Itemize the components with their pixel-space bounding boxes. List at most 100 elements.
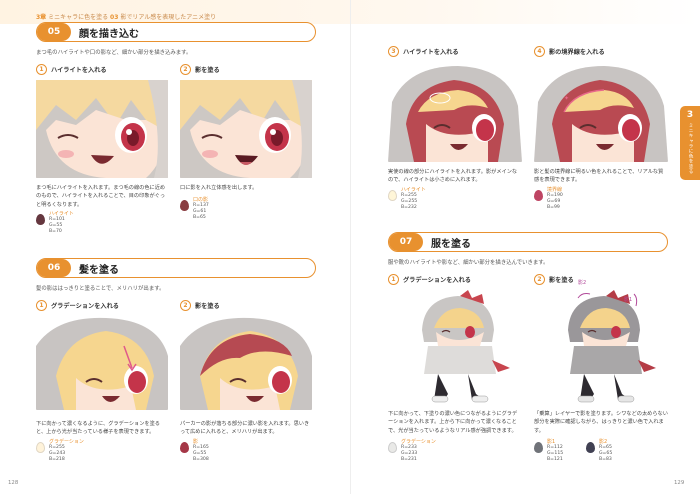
section-number: 03	[110, 14, 119, 21]
swatch-b: B=83	[599, 457, 612, 462]
illustration-07-1	[388, 290, 522, 404]
step-label: ハイライトを入れる	[51, 67, 107, 74]
step-number: 4	[534, 46, 545, 57]
swatch-b: B=231	[401, 457, 417, 462]
step-05-2-description: 口に影を入れ立体感を出します。	[180, 185, 258, 191]
step-06-2-description: パーカーの影が落ちる部分に濃い影を入れます。思いきって広めに入れると、メリハリが…	[180, 421, 310, 436]
swatch-b: B=232	[401, 205, 417, 210]
step-number: 2	[180, 64, 191, 75]
page-gutter	[350, 0, 351, 494]
section-07-number: 07	[389, 233, 423, 251]
color-swatch	[388, 442, 397, 453]
step-07-2-description: 「乗算」レイヤーで影を塗ります。シワなどの太めらない部分を実際に確認しながら、は…	[534, 411, 668, 434]
color-swatch	[586, 442, 595, 453]
step-label: グラデーションを入れる	[51, 303, 119, 310]
color-swatch	[534, 442, 543, 453]
page-number-right: 129	[674, 480, 685, 486]
step-06-2-heading: 2 影を塗る	[180, 300, 220, 311]
color-swatch	[180, 442, 189, 453]
step-05-3-description: 実使の線の部分にハイライトを入れます。影がメインなので、ハイライトは小さめに入れ…	[388, 169, 518, 184]
section-05-title: 顔を描き込む	[79, 28, 139, 40]
step-05-4-description: 影と髪の境界線に明るい色を入れることで、リアルな質感を表現できます。	[534, 169, 664, 184]
svg-text:✦: ✦	[564, 95, 569, 102]
step-05-4-heading: 4 影の境界線を入れる	[534, 46, 605, 57]
swatch-label: 口の影	[193, 197, 209, 203]
section-title: 影でリアル感を表現したアニメ塗り	[120, 14, 217, 21]
annotation-shadow1: 影1	[624, 297, 633, 303]
step-05-2-heading: 2 影を塗る	[180, 64, 220, 75]
chapter-tab-label: ミニキャラに色を塗る	[688, 123, 693, 174]
step-05-1-heading: 1 ハイライトを入れる	[36, 64, 107, 75]
illustration-06-2	[180, 316, 312, 410]
illustration-05-3	[388, 62, 522, 162]
swatch-07-2b: 影2 R=65 G=65 B=83	[586, 438, 612, 463]
color-swatch	[36, 442, 45, 453]
swatch-label: 影1	[547, 439, 556, 445]
swatch-label: 境界線	[547, 187, 563, 193]
color-swatch	[388, 190, 397, 201]
step-label: ハイライトを入れる	[403, 49, 459, 56]
page-number-left: 128	[8, 480, 19, 486]
swatch-b: B=218	[49, 457, 65, 462]
illustration-06-1	[36, 316, 168, 410]
color-swatch	[534, 190, 543, 201]
illustration-05-1	[36, 80, 168, 178]
swatch-label: 影	[193, 439, 199, 445]
step-number: 1	[388, 274, 399, 285]
swatch-label: ハイライト	[401, 187, 426, 193]
step-label: 影の境界線を入れる	[549, 49, 605, 56]
section-05-number: 05	[37, 23, 71, 41]
step-label: グラデーションを入れる	[403, 277, 471, 284]
section-05-intro: まつ毛のハイライトや口の影など、細かい部分を描き込みます。	[36, 50, 192, 56]
step-06-1-description: 下に向かって濃くなるように、グラデーションを塗ると、上から光が当たっている様子を…	[36, 421, 160, 436]
color-swatch	[36, 214, 45, 225]
swatch-label: 影2	[599, 439, 608, 445]
swatch-b: B=121	[547, 457, 563, 462]
step-number: 3	[388, 46, 399, 57]
step-label: 影を塗る	[195, 67, 220, 74]
step-number: 1	[36, 64, 47, 75]
step-number: 1	[36, 300, 47, 311]
step-label: 影を塗る	[549, 277, 574, 284]
illustration-05-4: ✦	[534, 62, 668, 162]
section-06-header: 06 髪を塗る	[36, 258, 316, 278]
swatch-05-1: ハイライト R=101 G=55 B=70	[36, 210, 74, 235]
swatch-b: B=70	[49, 229, 62, 234]
chapter-tab-number: 3	[686, 110, 694, 120]
annotation-shadow2: 影2	[578, 280, 587, 286]
breadcrumb: 3章 ミニキャラに色を塗る 03 影でリアル感を表現したアニメ塗り	[36, 12, 216, 21]
swatch-b: B=308	[193, 457, 209, 462]
swatch-05-2: 口の影 R=137 G=61 B=65	[180, 196, 209, 221]
step-number: 2	[534, 274, 545, 285]
section-07-intro: 服や靴のハイライトや影など、細かい部分を描き込んでいきます。	[388, 260, 549, 266]
swatch-06-1: グラデーション R=255 G=243 B=218	[36, 438, 84, 463]
chapter-title: ミニキャラに色を塗る	[48, 14, 109, 21]
step-07-1-description: 下に向かって、下塗りの濃い色につながるようにグラデーションを入れます。上から下に…	[388, 411, 518, 434]
swatch-label: グラデーション	[49, 439, 84, 445]
section-06-title: 髪を塗る	[79, 264, 119, 276]
step-number: 2	[180, 300, 191, 311]
swatch-b: B=65	[193, 215, 206, 220]
illustration-07-2	[534, 290, 668, 404]
step-05-1-description: まつ毛にハイライトを入れます。まつ毛の線の色に近めのもので、ハイライトを入れるこ…	[36, 185, 166, 208]
step-label: 影を塗る	[195, 303, 220, 310]
step-05-3-heading: 3 ハイライトを入れる	[388, 46, 459, 57]
swatch-07-2a: 影1 R=112 G=115 B=121	[534, 438, 563, 463]
step-07-1-heading: 1 グラデーションを入れる	[388, 274, 471, 285]
swatch-05-3: ハイライト R=255 G=255 B=232	[388, 186, 426, 211]
section-07-header: 07 服を塗る	[388, 232, 668, 252]
swatch-label: ハイライト	[49, 211, 74, 217]
section-06-intro: 髪の影ははっきりと塗ることで、メリハリが出ます。	[36, 286, 165, 292]
color-swatch	[180, 200, 189, 211]
swatch-label: グラデーション	[401, 439, 436, 445]
step-07-2-heading: 2 影を塗る	[534, 274, 574, 285]
swatch-06-2: 影 R=165 G=55 B=308	[180, 438, 209, 463]
chapter-side-tab: 3 ミニキャラに色を塗る	[680, 106, 700, 180]
swatch-05-4: 境界線 R=190 G=69 B=99	[534, 186, 563, 211]
chapter-number: 3章	[36, 14, 47, 21]
section-06-number: 06	[37, 259, 71, 277]
swatch-07-1: グラデーション R=233 G=233 B=231	[388, 438, 436, 463]
step-06-1-heading: 1 グラデーションを入れる	[36, 300, 119, 311]
section-07-title: 服を塗る	[431, 238, 471, 250]
illustration-05-2	[180, 80, 312, 178]
